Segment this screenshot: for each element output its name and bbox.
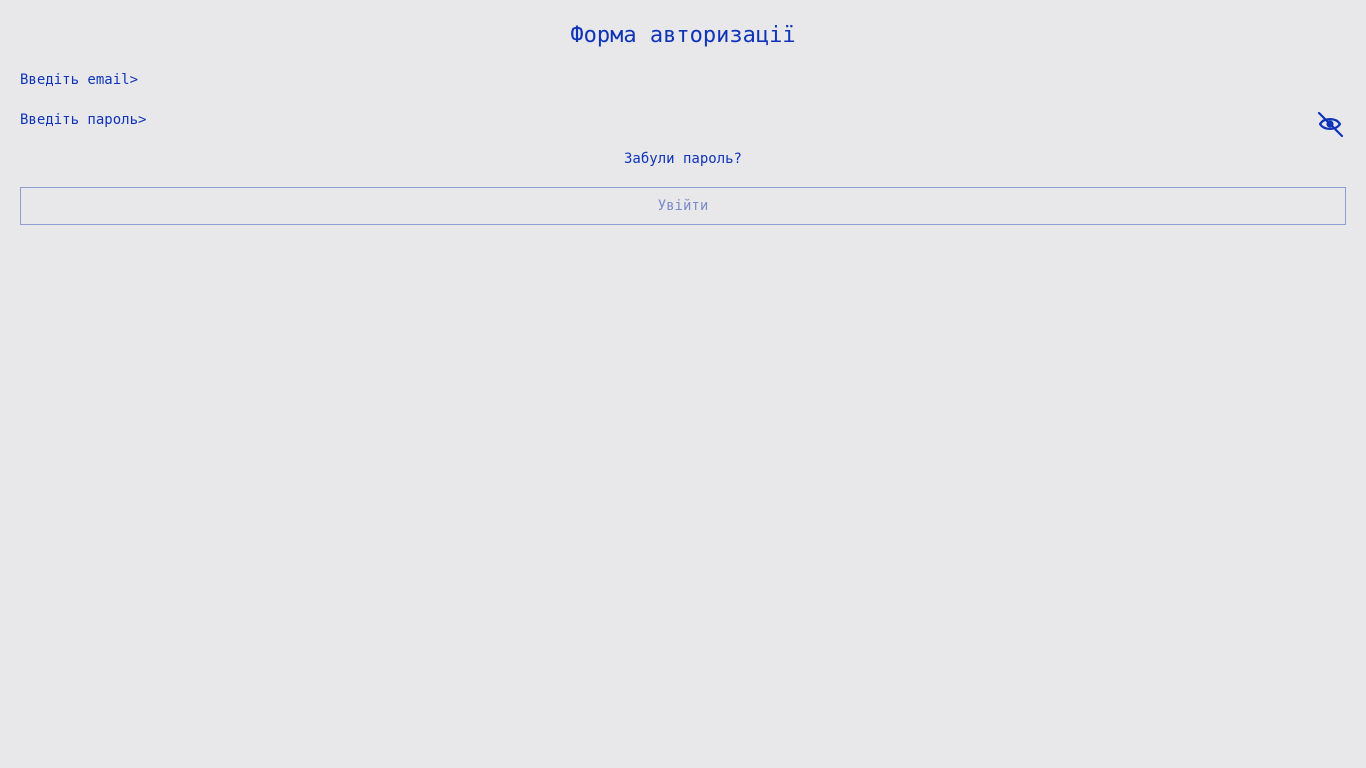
forgot-password-link[interactable]: Забули пароль?	[624, 151, 742, 167]
password-field-wrapper	[20, 109, 1346, 131]
email-field-wrapper	[20, 69, 1346, 91]
password-input[interactable]	[20, 109, 1346, 131]
eye-slash-icon	[1317, 111, 1344, 138]
password-visibility-toggle[interactable]	[1316, 110, 1344, 138]
form-title: Форма авторизації	[570, 23, 796, 48]
forgot-password-row: Забули пароль?	[0, 149, 1366, 169]
email-input[interactable]	[20, 69, 1346, 91]
login-button[interactable]: Увійти	[20, 187, 1346, 225]
